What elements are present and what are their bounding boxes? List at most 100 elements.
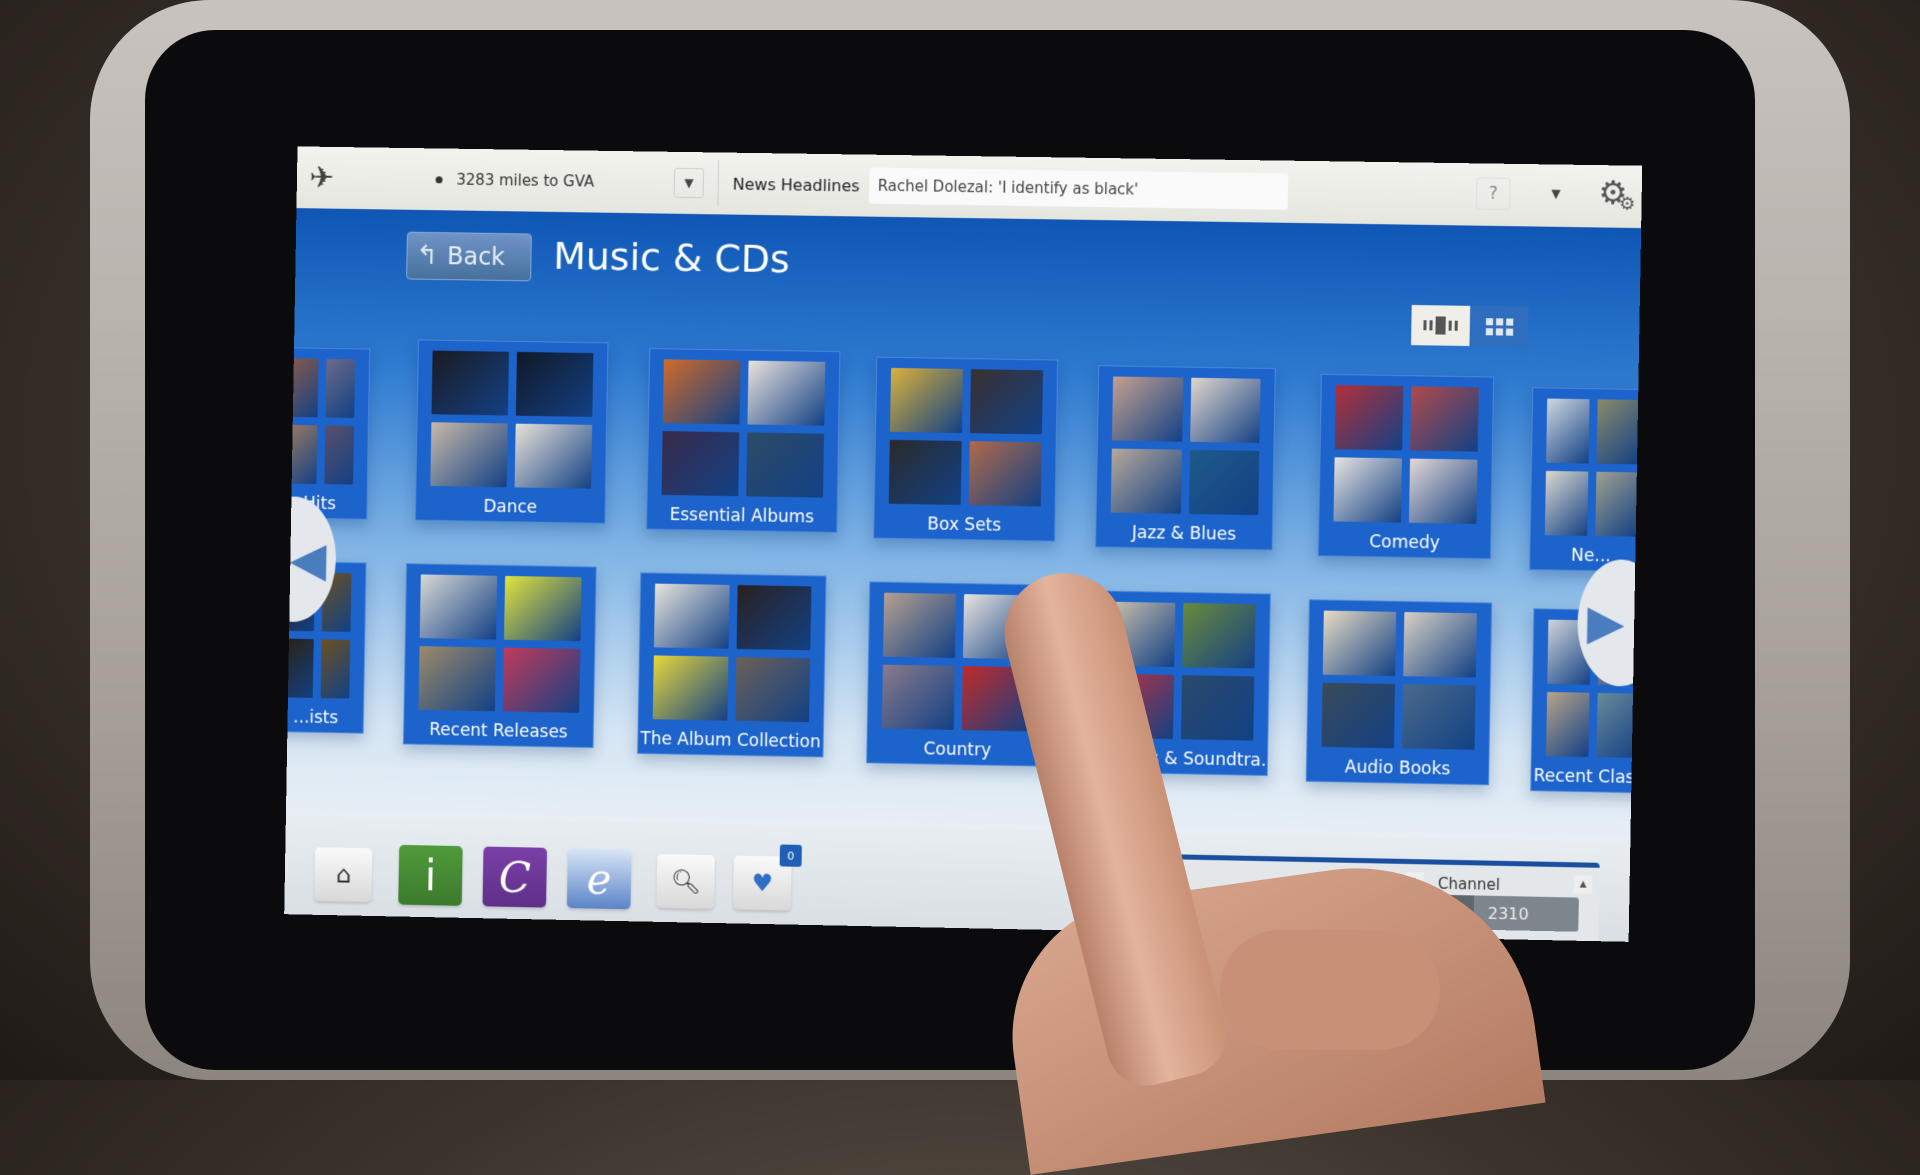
album-cover [746,432,825,498]
album-cover [1596,399,1641,465]
album-cover [1322,610,1397,677]
category-tile[interactable]: Box Sets [873,356,1059,542]
news-label: News Headlines [732,174,860,195]
grid-view-button[interactable] [1469,305,1529,347]
ife-screen: ✈ 3283 miles to GVA ▼ News Headlines Rac… [284,146,1643,942]
album-covers [888,367,1044,507]
news-ticker[interactable]: Rachel Dolezal: 'I identify as black' [869,167,1289,210]
album-cover [653,583,730,649]
album-cover [968,441,1042,507]
page-title: Music & CDs [552,233,791,282]
album-cover [734,656,811,723]
album-covers [1110,376,1261,516]
airplane-icon: ✈ [308,160,335,196]
album-cover [1111,376,1183,442]
view-toggle [1411,304,1529,347]
album-cover [1334,385,1404,451]
album-cover [419,574,498,640]
category-tile[interactable]: Comedy [1317,373,1495,560]
category-label: Recent Clas... [1533,766,1643,789]
album-cover [1595,471,1639,537]
heart-icon: ♥ [751,868,774,898]
help-button[interactable]: ? [1475,177,1511,211]
home-icon: ⌂ [335,860,352,889]
album-covers [652,583,812,723]
album-cover [888,439,962,506]
album-covers [1321,610,1477,750]
category-tile[interactable]: Essential Albums [646,348,841,533]
album-cover [284,638,314,698]
category-tile[interactable]: Dance [414,339,609,524]
category-tile[interactable]: Audio Books [1305,599,1493,786]
category-label: ...ists [293,707,339,729]
category-label: Country [923,739,992,761]
search-icon: 🔍︎ [670,867,702,896]
connect-button[interactable]: C [482,846,548,908]
album-cover [320,639,351,699]
album-cover [418,646,496,712]
category-label: Box Sets [927,514,1002,536]
album-cover [1545,691,1590,758]
album-cover [1401,684,1476,750]
album-cover [881,664,955,730]
search-button[interactable]: 🔍︎ [656,853,716,910]
album-cover [1333,457,1402,523]
distance-text: 3283 miles to GVA [456,170,595,191]
category-label: Recent Releases [429,719,568,743]
category-label: Audio Books [1344,757,1451,780]
album-covers [661,359,826,498]
chevron-left-icon: ◀ [289,531,327,588]
category-tile[interactable]: Hits [284,347,371,520]
category-tile[interactable]: Recent Releases [402,563,597,749]
album-cover [1180,675,1255,741]
album-covers [1333,385,1479,524]
album-cover [1410,386,1479,452]
album-covers [430,350,594,489]
album-cover [1188,449,1260,516]
grid-icon [1485,317,1513,336]
entertainment-button[interactable]: e [566,848,632,910]
info-button[interactable]: i [398,844,463,906]
info-icon: i [424,850,437,900]
main-content: ↰ Back Music & CDs Hits Dance Essential Al… [284,208,1643,842]
favorites-button[interactable]: ♥ 0 [733,844,802,911]
album-cover [324,358,356,418]
album-covers [418,574,582,713]
back-arrow-icon: ↰ [416,240,439,271]
back-button[interactable]: ↰ Back [406,231,532,282]
album-cover [1182,603,1256,669]
divider [717,160,720,207]
album-cover [883,592,957,658]
options-dropdown[interactable]: ▼ [1540,178,1571,209]
chevron-right-icon: ▶ [1586,594,1626,652]
album-cover [889,367,964,434]
carousel-view-button[interactable] [1411,304,1471,347]
album-cover [1321,682,1396,749]
category-label: Dance [483,496,538,518]
album-cover [969,369,1044,435]
album-cover [652,655,728,721]
album-cover [1189,377,1261,443]
category-label: Jazz & Blues [1131,522,1237,545]
album-cover [514,423,593,489]
album-cover [503,575,582,642]
category-tile[interactable]: The Album Collection [637,572,827,758]
category-label: The Album Collection [640,728,821,753]
album-covers [286,358,356,485]
carousel-icon [1423,316,1458,335]
knuckle [1220,930,1440,1050]
album-cover [431,350,510,416]
album-cover [502,647,581,713]
category-tile[interactable]: Ne... [1529,387,1643,573]
category-tile[interactable]: Jazz & Blues [1095,365,1276,551]
home-button[interactable]: ⌂ [314,847,373,903]
position-dot [435,175,443,183]
gear-small-icon: ⚙ [1618,193,1636,215]
album-cover [661,431,740,497]
category-label: Essential Albums [669,505,815,528]
c-icon: C [498,852,532,902]
news-headline: Rachel Dolezal: 'I identify as black' [877,176,1139,199]
flight-info-dropdown[interactable]: ▼ [673,167,705,199]
channel-expand-button[interactable]: ▲ [1573,875,1593,894]
back-label: Back [446,242,506,271]
